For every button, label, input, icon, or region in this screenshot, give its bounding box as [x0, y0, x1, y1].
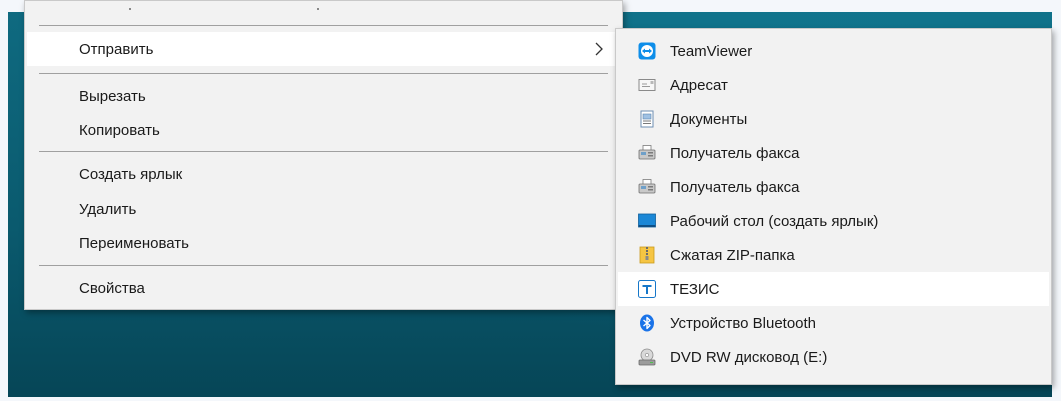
documents-icon — [638, 110, 656, 128]
menu-separator — [39, 265, 608, 266]
fax-icon — [638, 144, 656, 162]
chevron-right-icon — [595, 42, 603, 56]
context-menu: Отправить Вырезать Копировать Создать яр… — [24, 0, 623, 310]
menu-item-label: Отправить — [79, 40, 154, 58]
submenu-item-label: DVD RW дисковод (E:) — [670, 348, 828, 366]
submenu-item-label: Получатель факса — [670, 144, 800, 162]
mail-recipient-icon — [638, 76, 656, 94]
menu-item-create-shortcut[interactable]: Создать ярлык — [27, 157, 620, 191]
menu-item-label: Вырезать — [79, 87, 146, 105]
menu-separator — [39, 25, 608, 26]
submenu-item-bluetooth[interactable]: Устройство Bluetooth — [618, 306, 1049, 340]
page-margin — [8, 397, 1052, 401]
submenu-item-teamviewer[interactable]: TeamViewer — [618, 34, 1049, 68]
menu-item-label: Копировать — [79, 121, 160, 139]
submenu-item-label: Адресат — [670, 76, 728, 94]
fax-icon — [638, 178, 656, 196]
menu-item-label: Переименовать — [79, 234, 189, 252]
submenu-item-fax-recipient[interactable]: Получатель факса — [618, 170, 1049, 204]
dvd-drive-icon — [638, 348, 656, 366]
menu-item-label: Создать ярлык — [79, 165, 183, 183]
submenu-item-tezis[interactable]: ТЕЗИС — [618, 272, 1049, 306]
submenu-item-desktop-shortcut[interactable]: Рабочий стол (создать ярлык) — [618, 204, 1049, 238]
submenu-item-label: Устройство Bluetooth — [670, 314, 817, 332]
menu-separator — [39, 151, 608, 152]
submenu-item-label: Документы — [670, 110, 748, 128]
submenu-item-label: Рабочий стол (создать ярлык) — [670, 212, 879, 230]
menu-item-cut[interactable]: Вырезать — [27, 79, 620, 113]
bluetooth-icon — [638, 314, 656, 332]
menu-item-delete[interactable]: Удалить — [27, 192, 620, 226]
submenu-item-dvd-drive[interactable]: DVD RW дисковод (E:) — [618, 340, 1049, 374]
menu-item-copy[interactable]: Копировать — [27, 113, 620, 147]
send-to-submenu: TeamViewer Адресат Документы Получатель … — [615, 28, 1052, 385]
submenu-item-mail-recipient[interactable]: Адресат — [618, 68, 1049, 102]
zip-folder-icon — [638, 246, 656, 264]
menu-separator — [39, 73, 608, 74]
menu-item-properties[interactable]: Свойства — [27, 271, 620, 305]
menu-item-label: Удалить — [79, 200, 137, 218]
submenu-item-zip-folder[interactable]: Сжатая ZIP-папка — [618, 238, 1049, 272]
teamviewer-icon — [638, 42, 656, 60]
submenu-item-fax-recipient[interactable]: Получатель факса — [618, 136, 1049, 170]
submenu-item-label: ТЕЗИС — [670, 280, 720, 298]
menu-item-send-to[interactable]: Отправить — [27, 32, 620, 66]
submenu-item-label: Получатель факса — [670, 178, 800, 196]
desktop-icon — [638, 212, 656, 230]
tezis-icon — [638, 280, 656, 298]
menu-item-label: Свойства — [79, 279, 145, 297]
submenu-item-documents[interactable]: Документы — [618, 102, 1049, 136]
menu-item-rename[interactable]: Переименовать — [27, 226, 620, 260]
submenu-item-label: TeamViewer — [670, 42, 753, 60]
submenu-item-label: Сжатая ZIP-папка — [670, 246, 795, 264]
